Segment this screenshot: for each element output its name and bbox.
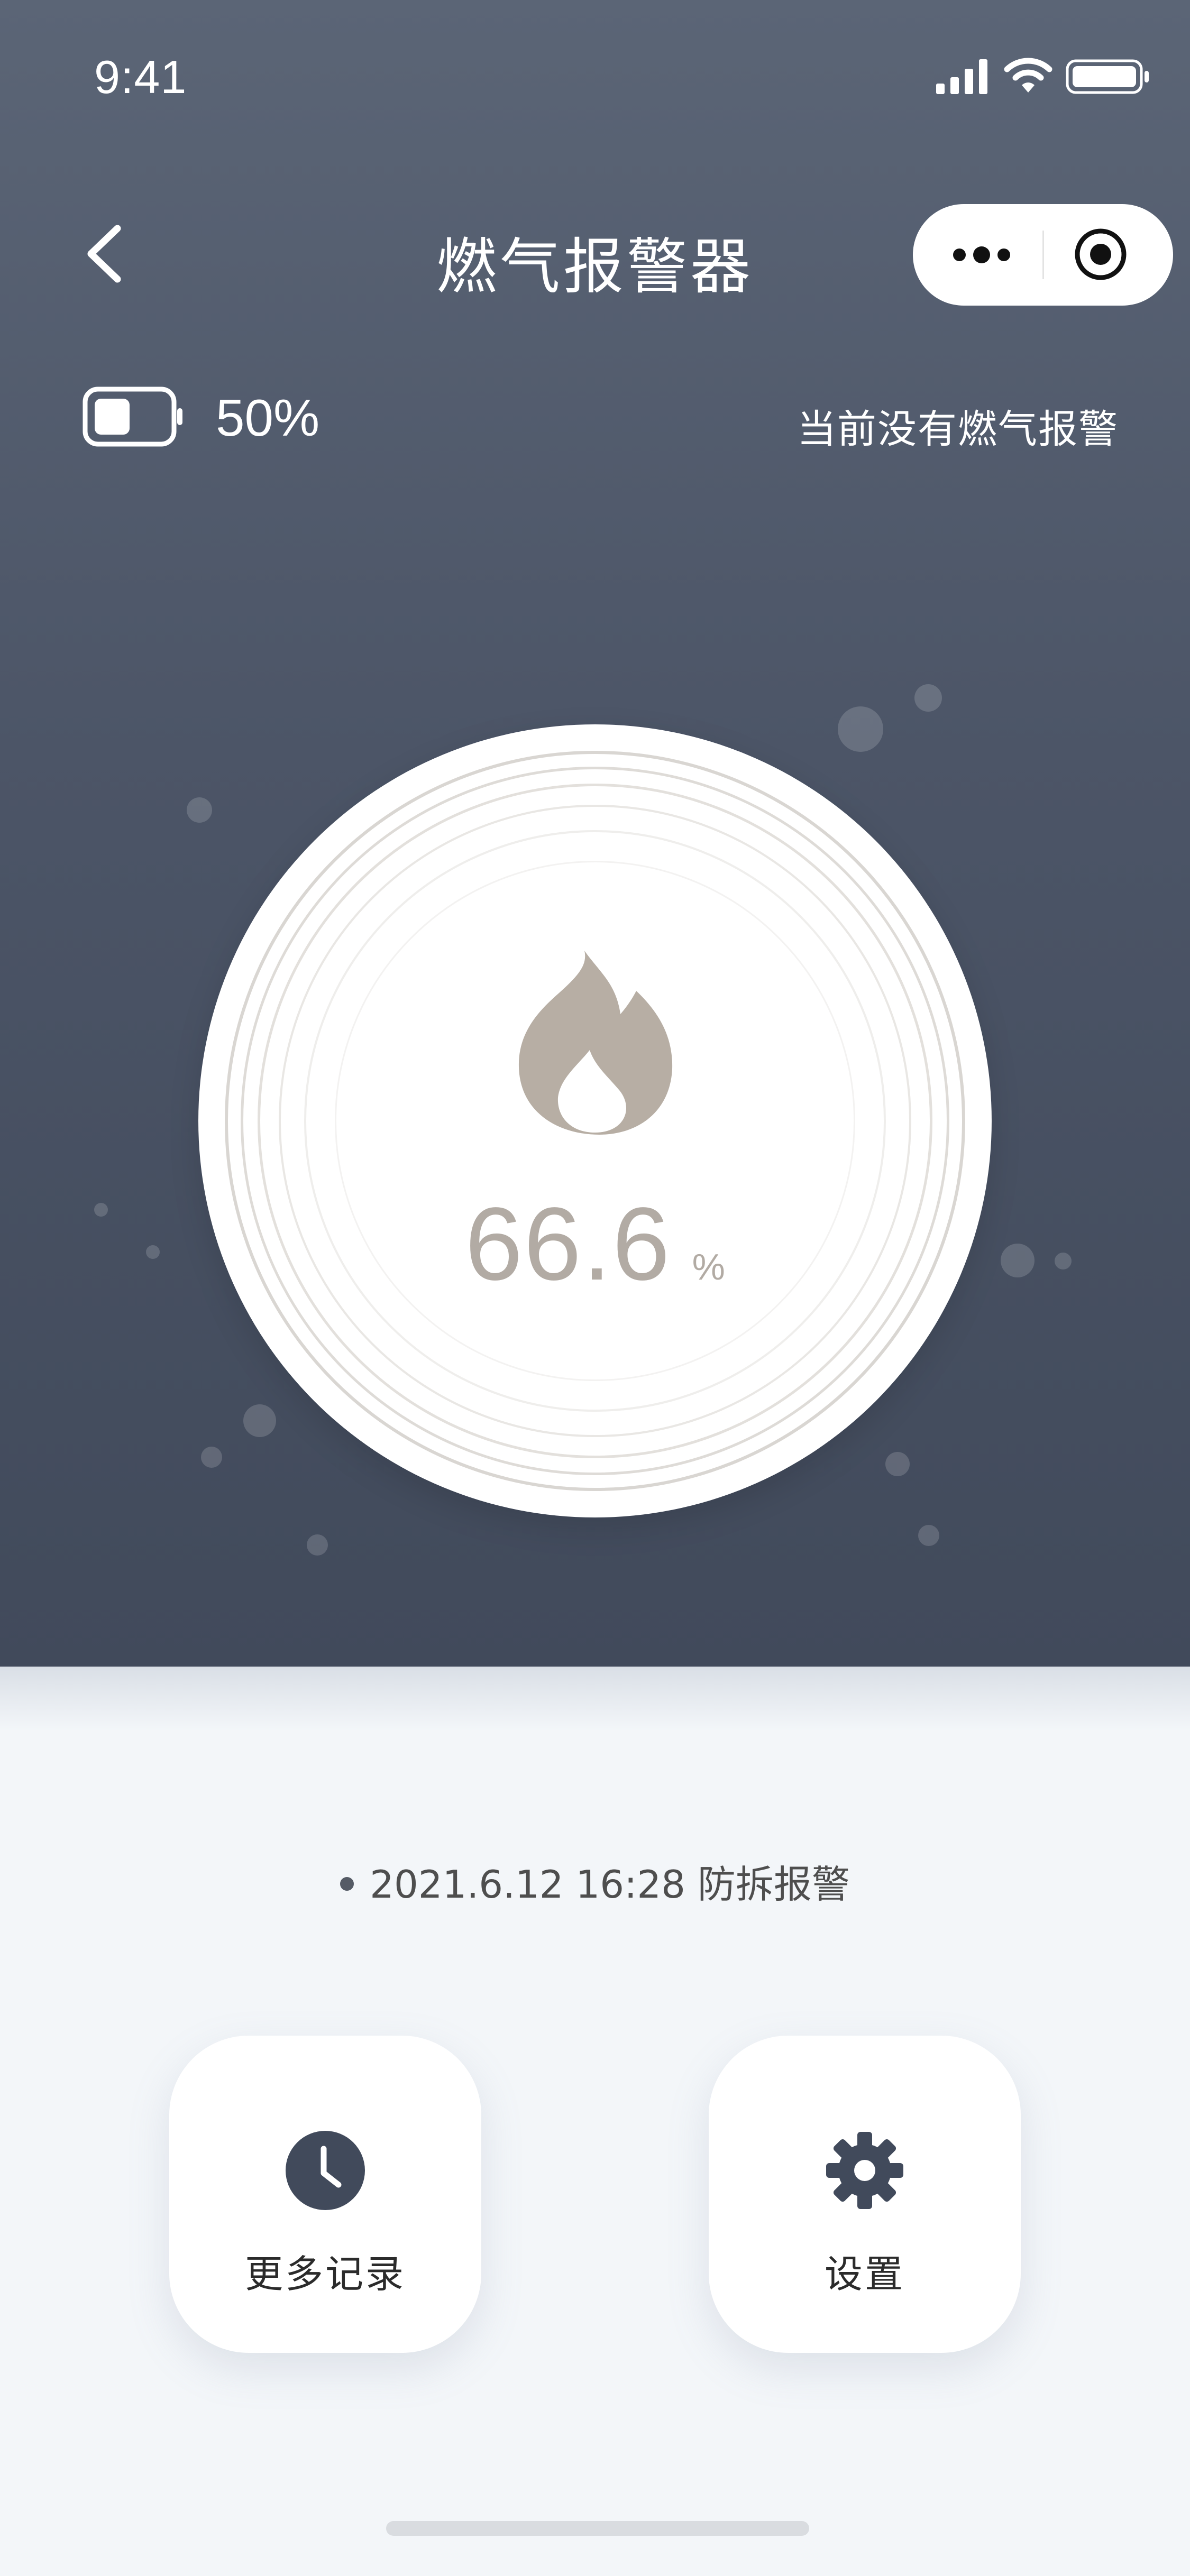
header-shadow <box>0 1667 1190 1730</box>
record-bullet <box>340 1877 354 1891</box>
gas-concentration-value: 66.6 <box>465 1186 671 1302</box>
clock-icon <box>286 2131 365 2210</box>
more-button[interactable] <box>950 239 1013 271</box>
decorative-bubble <box>146 1245 160 1259</box>
status-battery-icon <box>1066 59 1149 94</box>
app-screen: 9:41 燃气报警器 50% 当前没有燃气报警 66.6 % 2021.6.12… <box>0 0 1190 2576</box>
close-miniprogram-button[interactable] <box>1072 225 1130 283</box>
cellular-signal-icon <box>936 59 987 94</box>
decorative-bubble <box>1001 1244 1035 1277</box>
page-title: 燃气报警器 <box>436 232 754 302</box>
decorative-bubble <box>243 1404 276 1437</box>
more-records-label: 更多记录 <box>244 2252 406 2296</box>
alarm-status-text: 当前没有燃气报警 <box>797 407 1119 452</box>
decorative-bubble <box>94 1203 108 1217</box>
home-indicator[interactable] <box>386 2521 809 2536</box>
gauge-reading: 66.6% <box>198 1184 992 1303</box>
back-button[interactable] <box>79 222 132 286</box>
decorative-bubble <box>201 1447 222 1468</box>
battery-percent: 50% <box>216 389 320 447</box>
latest-record-text: 2021.6.12 16:28 防拆报警 <box>370 1862 850 1907</box>
settings-button[interactable]: 设置 <box>709 2036 1021 2353</box>
gear-icon <box>826 2132 903 2209</box>
gas-concentration-gauge: 66.6% <box>198 724 992 1517</box>
decorative-bubble <box>885 1452 910 1476</box>
status-time: 9:41 <box>94 51 187 103</box>
decorative-bubble <box>918 1525 939 1546</box>
decorative-bubble <box>914 684 942 712</box>
latest-record: 2021.6.12 16:28 防拆报警 <box>0 1853 1190 1909</box>
header-panel: 9:41 燃气报警器 50% 当前没有燃气报警 66.6 % <box>0 0 1190 1667</box>
wifi-icon <box>1004 58 1052 93</box>
decorative-bubble <box>307 1534 328 1556</box>
device-battery-icon <box>83 387 182 447</box>
decorative-bubble <box>838 706 883 752</box>
decorative-bubble <box>1055 1253 1072 1269</box>
mini-program-capsule <box>913 204 1173 306</box>
gas-concentration-unit: % <box>692 1246 725 1287</box>
decorative-bubble <box>187 797 212 823</box>
capsule-divider <box>1042 231 1044 279</box>
more-records-button[interactable]: 更多记录 <box>169 2036 481 2353</box>
settings-label: 设置 <box>824 2252 905 2296</box>
flame-icon <box>518 951 673 1135</box>
